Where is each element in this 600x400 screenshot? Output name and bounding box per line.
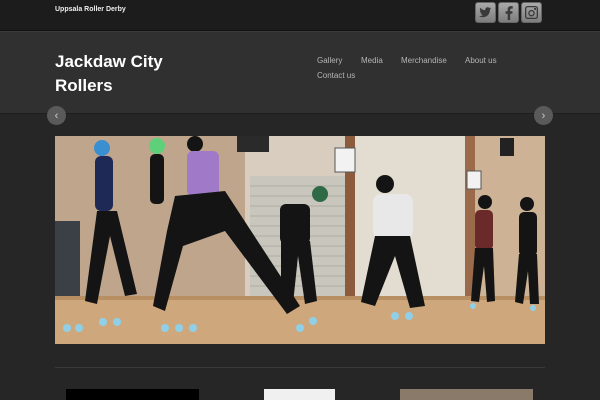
main-content (0, 114, 600, 400)
top-bar: Uppsala Roller Derby (0, 0, 600, 31)
facebook-icon[interactable] (498, 2, 519, 23)
nav-item-contact-us[interactable]: Contact us (317, 71, 355, 80)
instagram-icon[interactable] (521, 2, 542, 23)
nav-item-about-us[interactable]: About us (465, 56, 497, 65)
nav-item-merchandise[interactable]: Merchandise (401, 56, 447, 65)
featured-thumbnail-3[interactable] (400, 389, 533, 400)
hero-slider[interactable] (55, 136, 545, 344)
site-title-line2[interactable]: Rollers (55, 74, 205, 98)
slider-photo (55, 136, 545, 344)
site-tagline: Uppsala Roller Derby (55, 6, 126, 13)
site-title[interactable]: Jackdaw City Rollers (55, 50, 205, 98)
featured-thumbnail-1[interactable] (66, 389, 199, 400)
nav-item-media[interactable]: Media (361, 56, 383, 65)
nav-item-gallery[interactable]: Gallery (317, 56, 342, 65)
slider-next-arrow[interactable]: › (534, 106, 553, 125)
twitter-icon[interactable] (475, 2, 496, 23)
site-title-line1[interactable]: Jackdaw City (55, 50, 205, 74)
slider-prev-arrow[interactable]: ‹ (47, 106, 66, 125)
featured-thumbnail-2[interactable] (264, 389, 335, 400)
content-divider (55, 367, 545, 368)
site-header: Jackdaw City Rollers Gallery Media Merch… (0, 31, 600, 114)
